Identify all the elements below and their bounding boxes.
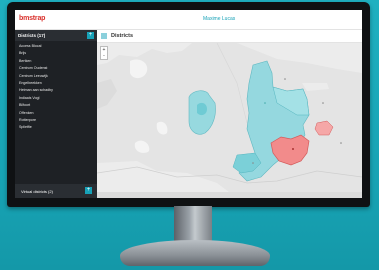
sidebar-item[interactable]: Rotterpore <box>15 117 97 124</box>
sidebar-item[interactable]: Offenken <box>15 110 97 117</box>
map-attribution-bar <box>97 192 362 198</box>
sidebar-item[interactable]: Centrum Leeuwijk <box>15 73 97 80</box>
sidebar-item[interactable]: Indiaals Vogl <box>15 95 97 102</box>
sidebar-item[interactable]: Centrum Oudenst <box>15 65 97 72</box>
sidebar-item[interactable]: Splietfie <box>15 124 97 131</box>
add-virtual-district-button[interactable]: + <box>85 187 92 194</box>
sidebar-item[interactable]: Engelbeekken <box>15 80 97 87</box>
monitor-bezel: bmstrap Maxime Lucas Districts (17) + Ac… <box>7 2 370 207</box>
sidebar-item[interactable]: Brijs <box>15 50 97 57</box>
monitor-stand-base <box>120 240 270 266</box>
district-list: Access Blocal Brijs Bertken Centrum Oude… <box>15 43 97 132</box>
top-bar: bmstrap Maxime Lucas <box>15 10 362 30</box>
zoom-out-button[interactable]: - <box>101 53 107 59</box>
main-header: Districts <box>97 30 362 43</box>
organisation-name[interactable]: Maxime Lucas <box>203 16 235 22</box>
sidebar-item[interactable]: Bilfoort <box>15 102 97 109</box>
app-logo[interactable]: bmstrap <box>19 15 45 22</box>
map-canvas[interactable] <box>97 43 362 198</box>
hamburger-menu-icon[interactable] <box>101 33 107 39</box>
sidebar-item[interactable]: Hetman aan schadby <box>15 87 97 94</box>
add-district-button[interactable]: + <box>87 32 94 39</box>
sidebar-title: Districts (17) <box>18 33 46 38</box>
sidebar-item[interactable]: Bertken <box>15 58 97 65</box>
virtual-districts-section[interactable]: Virtual districts (2) + <box>15 184 97 198</box>
virtual-districts-label: Virtual districts (2) <box>21 189 53 194</box>
sidebar: Districts (17) + Access Blocal Brijs Ber… <box>15 30 97 198</box>
district-map[interactable]: + - <box>97 43 362 198</box>
sidebar-header: Districts (17) + <box>15 30 97 41</box>
zoom-control: + - <box>100 46 108 60</box>
app-window: bmstrap Maxime Lucas Districts (17) + Ac… <box>15 10 362 198</box>
page-title: Districts <box>111 33 134 39</box>
sidebar-item[interactable]: Access Blocal <box>15 43 97 50</box>
